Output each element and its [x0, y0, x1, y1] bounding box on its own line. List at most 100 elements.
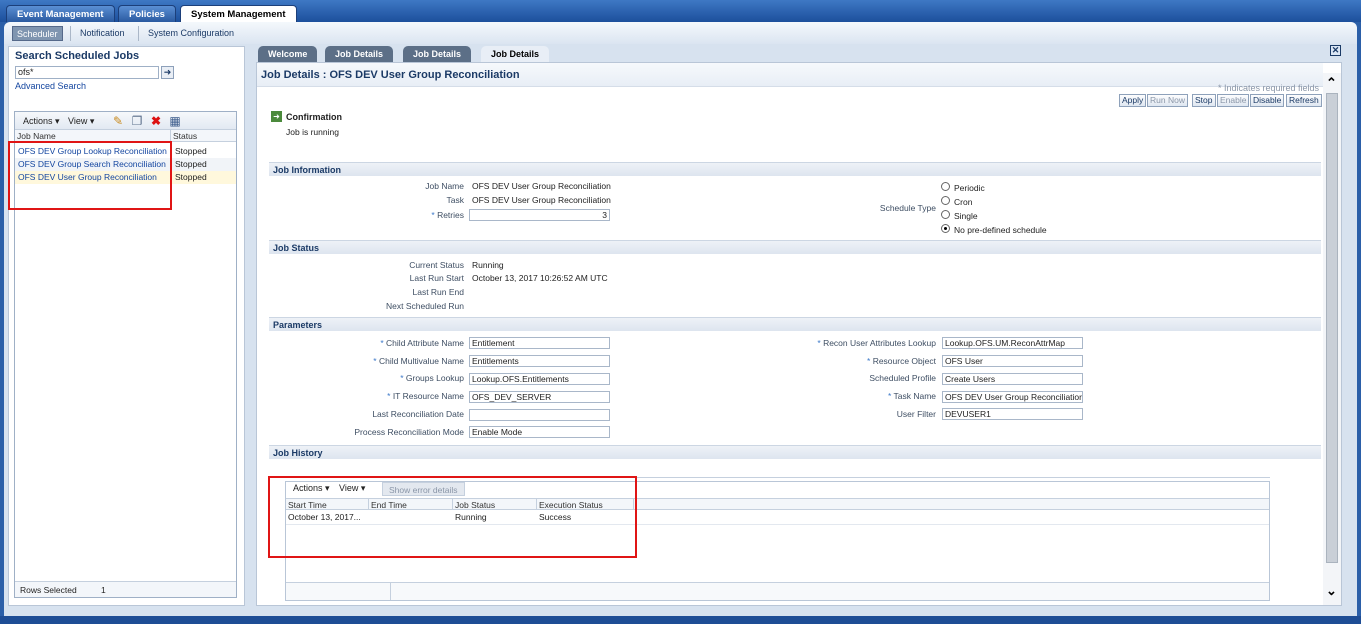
child-attribute-name-label: * Child Attribute Name [380, 338, 464, 348]
groups-lookup-input[interactable]: Lookup.OFS.Entitlements [469, 373, 610, 385]
stop-button[interactable]: Stop [1192, 94, 1216, 107]
actions-menu[interactable]: Actions ▾ [23, 116, 60, 127]
top-tab-bar: Event Management Policies System Managem… [0, 0, 1361, 22]
tab-event-management[interactable]: Event Management [6, 5, 115, 22]
column-status[interactable]: Status [173, 131, 197, 141]
divider [70, 26, 71, 41]
retries-input[interactable]: 3 [469, 209, 610, 221]
next-scheduled-run-label: Next Scheduled Run [386, 301, 464, 311]
scheduled-profile-label: Scheduled Profile [869, 373, 936, 383]
section-heading: Job Information [273, 165, 341, 175]
groups-lookup-label: * Groups Lookup [400, 373, 464, 383]
subnav-system-configuration[interactable]: System Configuration [144, 26, 238, 41]
child-attribute-name-input[interactable]: Entitlement [469, 337, 610, 349]
section-job-status: Job Status [269, 240, 1321, 254]
last-reconciliation-date-label: Last Reconciliation Date [372, 409, 464, 419]
search-go-button[interactable]: ➜ [161, 66, 174, 79]
required-fields-note: * Indicates required fields [1217, 83, 1319, 93]
chevron-up-icon[interactable]: ⌃ [1326, 75, 1337, 91]
retries-label: * Retries [431, 210, 464, 220]
search-scheduled-jobs-panel: Search Scheduled Jobs ofs* ➜ Advanced Se… [8, 46, 245, 606]
edit-icon[interactable]: ✎ [111, 114, 125, 128]
apply-button[interactable]: Apply [1119, 94, 1147, 107]
no-predefined-schedule-label: No pre-defined schedule [954, 225, 1047, 235]
last-reconciliation-date-input[interactable] [469, 409, 610, 421]
column-job-name[interactable]: Job Name [17, 131, 56, 141]
confirmation-title: Confirmation [286, 112, 342, 122]
disable-button[interactable]: Disable [1250, 94, 1285, 107]
refresh-button[interactable]: Refresh [1286, 94, 1322, 107]
radio-periodic[interactable] [941, 182, 950, 191]
confirmation-icon: ➜ [271, 111, 282, 122]
current-status-label: Current Status [409, 260, 464, 270]
tab-job-details-2[interactable]: Job Details [403, 46, 472, 62]
divider [138, 26, 139, 41]
section-job-information: Job Information [269, 162, 1321, 176]
section-heading: Job History [273, 448, 323, 458]
subnav-notification[interactable]: Notification [76, 26, 129, 41]
single-label: Single [954, 211, 978, 221]
detach-icon[interactable]: ▦ [168, 114, 182, 128]
close-icon[interactable]: ✕ [1330, 45, 1341, 56]
view-menu[interactable]: View ▾ [68, 116, 94, 127]
sub-navigation: Scheduler Notification System Configurat… [4, 22, 1357, 44]
bottom-bar [0, 616, 1361, 624]
tab-policies[interactable]: Policies [118, 5, 176, 22]
user-filter-input[interactable]: DEVUSER1 [942, 408, 1083, 420]
tab-welcome[interactable]: Welcome [258, 46, 318, 62]
scheduled-profile-input[interactable]: Create Users [942, 373, 1083, 385]
run-now-button[interactable]: Run Now [1147, 94, 1188, 107]
child-multivalue-name-label: * Child Multivalue Name [373, 356, 464, 366]
divider [170, 130, 171, 141]
delete-icon[interactable]: ✖ [149, 114, 163, 128]
periodic-label: Periodic [954, 183, 985, 193]
tab-job-details-3[interactable]: Job Details [481, 46, 550, 62]
title-bar: Job Details : OFS DEV User Group Reconci… [257, 63, 1323, 87]
process-reconciliation-mode-label: Process Reconciliation Mode [354, 427, 464, 437]
panel-title: Search Scheduled Jobs [15, 50, 140, 62]
divider [390, 583, 391, 600]
it-resource-name-input[interactable]: OFS_DEV_SERVER [469, 391, 610, 403]
last-run-end-label: Last Run End [412, 287, 464, 297]
job-name-value: OFS DEV User Group Reconciliation [472, 181, 611, 191]
search-input[interactable]: ofs* [15, 66, 159, 79]
process-reconciliation-mode-input[interactable]: Enable Mode [469, 426, 610, 438]
it-resource-name-label: * IT Resource Name [387, 391, 464, 401]
section-parameters: Parameters [269, 317, 1321, 331]
chevron-down-icon[interactable]: ⌄ [1326, 583, 1337, 599]
last-run-start-value: October 13, 2017 10:26:52 AM UTC [472, 273, 608, 283]
create-icon[interactable]: ❐ [130, 114, 144, 128]
task-name-label: * Task Name [887, 391, 936, 401]
current-status-value: Running [472, 260, 504, 270]
resource-object-input[interactable]: OFS User [942, 355, 1083, 367]
rows-selected-label: Rows Selected [20, 585, 77, 595]
history-footer [286, 582, 1269, 600]
scrollbar-thumb[interactable] [1326, 93, 1338, 563]
task-name-input[interactable]: OFS DEV User Group Reconciliatior [942, 391, 1083, 403]
section-heading: Parameters [273, 320, 323, 330]
user-filter-label: User Filter [896, 409, 936, 419]
resource-object-label: * Resource Object [867, 356, 936, 366]
job-status: Stopped [175, 159, 207, 169]
job-status: Stopped [175, 172, 207, 182]
radio-no-predefined-schedule[interactable] [941, 224, 950, 233]
job-name-label: Job Name [425, 181, 464, 191]
recon-user-attributes-lookup-input[interactable]: Lookup.OFS.UM.ReconAttrMap [942, 337, 1083, 349]
cron-label: Cron [954, 197, 973, 207]
tab-system-management[interactable]: System Management [180, 5, 297, 22]
highlight-box [8, 141, 172, 210]
job-status: Stopped [175, 146, 207, 156]
confirmation-message: Job is running [286, 127, 339, 137]
tab-job-details-1[interactable]: Job Details [325, 46, 394, 62]
rows-selected-footer: Rows Selected 1 [15, 581, 236, 597]
enable-button[interactable]: Enable [1217, 94, 1250, 107]
jobs-toolbar: Actions ▾ View ▾ ✎ ❐ ✖ ▦ [15, 112, 236, 130]
radio-cron[interactable] [941, 196, 950, 205]
section-job-history: Job History [269, 445, 1321, 459]
radio-single[interactable] [941, 210, 950, 219]
advanced-search-link[interactable]: Advanced Search [15, 81, 86, 91]
child-multivalue-name-input[interactable]: Entitlements [469, 355, 610, 367]
task-value: OFS DEV User Group Reconciliation [472, 195, 611, 205]
subnav-scheduler[interactable]: Scheduler [12, 26, 63, 41]
vertical-scrollbar[interactable]: ⌃ ⌄ [1323, 73, 1341, 605]
